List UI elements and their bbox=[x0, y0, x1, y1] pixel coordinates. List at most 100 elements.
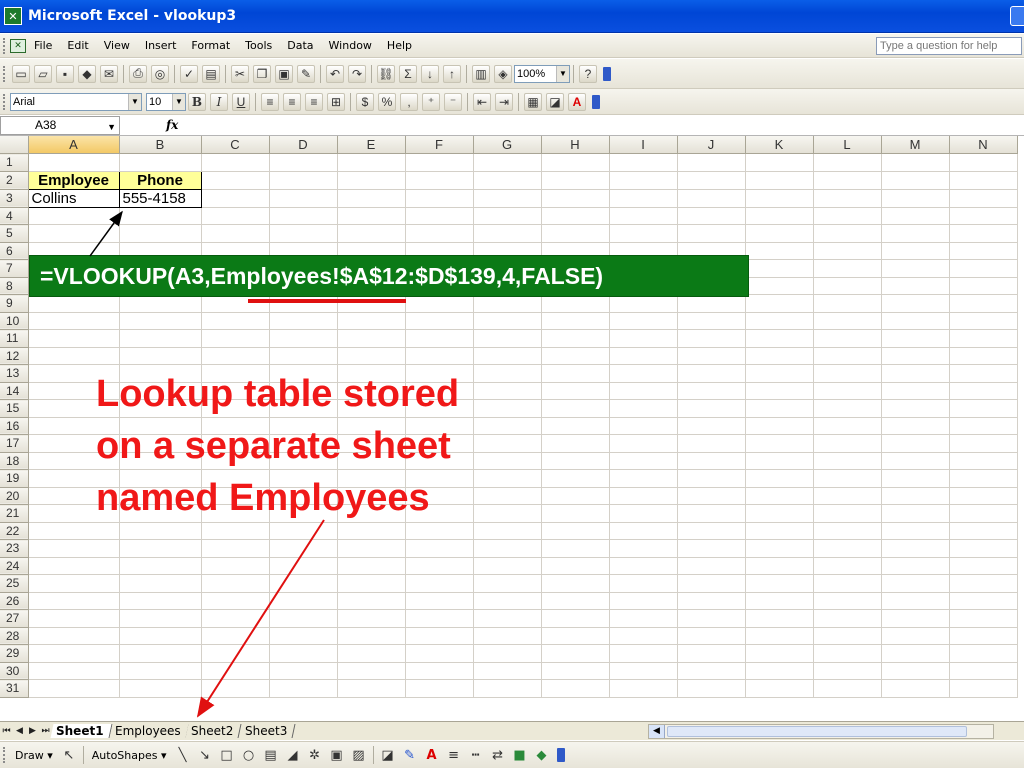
cell-b26[interactable] bbox=[119, 592, 202, 610]
column-header-l[interactable]: L bbox=[813, 136, 882, 154]
cell-l21[interactable] bbox=[813, 504, 882, 523]
font-color-icon[interactable]: A bbox=[424, 747, 440, 763]
cell-l27[interactable] bbox=[813, 609, 882, 628]
cell-l30[interactable] bbox=[813, 662, 882, 680]
cell-a2[interactable]: Employee bbox=[27, 170, 120, 190]
toolbar-grip-icon[interactable] bbox=[3, 747, 6, 763]
new-icon[interactable]: ▭ bbox=[12, 64, 30, 83]
cell-f26[interactable] bbox=[405, 592, 474, 610]
cell-j26[interactable] bbox=[677, 592, 746, 610]
row-header-9[interactable]: 9 bbox=[0, 294, 29, 313]
column-header-m[interactable]: M bbox=[881, 136, 950, 154]
insert-function-icon[interactable]: fx bbox=[166, 118, 178, 132]
chevron-down-icon[interactable]: ▼ bbox=[128, 93, 141, 110]
draw-menu-button[interactable]: Draw ▾ bbox=[15, 749, 53, 762]
cell-n7[interactable] bbox=[949, 259, 1018, 278]
row-header-22[interactable]: 22 bbox=[0, 522, 29, 540]
text-box-icon[interactable]: ▤ bbox=[263, 747, 279, 763]
cell-d10[interactable] bbox=[269, 312, 338, 330]
cell-j12[interactable] bbox=[677, 347, 746, 365]
cell-b1[interactable] bbox=[119, 153, 202, 172]
borders-icon[interactable]: ▦ bbox=[524, 92, 542, 111]
fill-color-icon[interactable]: ◪ bbox=[546, 92, 564, 111]
cell-a24[interactable] bbox=[28, 557, 120, 575]
cell-c11[interactable] bbox=[201, 329, 270, 348]
cell-f28[interactable] bbox=[405, 627, 474, 645]
row-header-17[interactable]: 17 bbox=[0, 434, 29, 453]
save-icon[interactable]: ▪ bbox=[56, 64, 74, 83]
cell-c10[interactable] bbox=[201, 312, 270, 330]
copy-icon[interactable]: ❐ bbox=[253, 64, 271, 83]
cell-l19[interactable] bbox=[813, 469, 882, 488]
row-header-18[interactable]: 18 bbox=[0, 452, 29, 470]
first-sheet-icon[interactable]: ⏮ bbox=[0, 726, 13, 736]
cell-j15[interactable] bbox=[677, 399, 746, 418]
cell-b25[interactable] bbox=[119, 574, 202, 593]
underline-button[interactable]: U bbox=[232, 92, 250, 111]
column-header-n[interactable]: N bbox=[949, 136, 1018, 154]
cell-k6[interactable] bbox=[745, 242, 814, 260]
cell-e12[interactable] bbox=[337, 347, 406, 365]
cell-g30[interactable] bbox=[473, 662, 542, 680]
cell-c2[interactable] bbox=[201, 171, 270, 190]
percent-button[interactable]: % bbox=[378, 92, 396, 111]
cell-c1[interactable] bbox=[201, 153, 270, 172]
cell-g28[interactable] bbox=[473, 627, 542, 645]
autosum-icon[interactable]: Σ bbox=[399, 64, 417, 83]
cell-j22[interactable] bbox=[677, 522, 746, 540]
bold-button[interactable]: B bbox=[188, 92, 206, 111]
cell-b28[interactable] bbox=[119, 627, 202, 645]
row-header-27[interactable]: 27 bbox=[0, 609, 29, 628]
cell-h5[interactable] bbox=[541, 224, 610, 243]
cell-m2[interactable] bbox=[881, 171, 950, 190]
cell-b27[interactable] bbox=[119, 609, 202, 628]
font-color-icon[interactable]: A bbox=[568, 92, 586, 111]
cell-n3[interactable] bbox=[949, 189, 1018, 208]
align-right-icon[interactable]: ≡ bbox=[305, 92, 323, 111]
row-header-25[interactable]: 25 bbox=[0, 574, 29, 593]
cell-k30[interactable] bbox=[745, 662, 814, 680]
cell-e25[interactable] bbox=[337, 574, 406, 593]
menu-data[interactable]: Data bbox=[287, 39, 313, 52]
cell-i21[interactable] bbox=[609, 504, 678, 523]
cell-i18[interactable] bbox=[609, 452, 678, 470]
column-header-i[interactable]: I bbox=[609, 136, 678, 154]
cell-d26[interactable] bbox=[269, 592, 338, 610]
cell-l6[interactable] bbox=[813, 242, 882, 260]
cell-i30[interactable] bbox=[609, 662, 678, 680]
cell-k29[interactable] bbox=[745, 644, 814, 663]
row-header-31[interactable]: 31 bbox=[0, 679, 29, 698]
cell-m27[interactable] bbox=[881, 609, 950, 628]
cell-d31[interactable] bbox=[269, 679, 338, 698]
cell-e28[interactable] bbox=[337, 627, 406, 645]
row-header-14[interactable]: 14 bbox=[0, 382, 29, 400]
toolbar-grip-icon[interactable] bbox=[3, 37, 6, 54]
oval-icon[interactable]: ○ bbox=[241, 747, 257, 763]
cell-g31[interactable] bbox=[473, 679, 542, 698]
cell-i10[interactable] bbox=[609, 312, 678, 330]
chart-wizard-icon[interactable]: ▥ bbox=[472, 64, 490, 83]
cell-i19[interactable] bbox=[609, 469, 678, 488]
research-icon[interactable]: ▤ bbox=[202, 64, 220, 83]
cell-h1[interactable] bbox=[541, 153, 610, 172]
line-style-icon[interactable]: ≡ bbox=[446, 747, 462, 763]
cell-n27[interactable] bbox=[949, 609, 1018, 628]
cell-h23[interactable] bbox=[541, 539, 610, 558]
cell-n6[interactable] bbox=[949, 242, 1018, 260]
increase-indent-icon[interactable]: ⇥ bbox=[495, 92, 513, 111]
open-icon[interactable]: ▱ bbox=[34, 64, 52, 83]
cell-k18[interactable] bbox=[745, 452, 814, 470]
row-header-10[interactable]: 10 bbox=[0, 312, 29, 330]
tab-employees[interactable]: Employees bbox=[109, 724, 189, 738]
cell-m17[interactable] bbox=[881, 434, 950, 453]
name-box[interactable]: A38 ▼ bbox=[0, 115, 120, 135]
cell-f25[interactable] bbox=[405, 574, 474, 593]
cell-l11[interactable] bbox=[813, 329, 882, 348]
cell-j16[interactable] bbox=[677, 417, 746, 435]
cell-d27[interactable] bbox=[269, 609, 338, 628]
cell-j19[interactable] bbox=[677, 469, 746, 488]
cell-m20[interactable] bbox=[881, 487, 950, 505]
cell-n31[interactable] bbox=[949, 679, 1018, 698]
cell-g23[interactable] bbox=[473, 539, 542, 558]
cell-i24[interactable] bbox=[609, 557, 678, 575]
